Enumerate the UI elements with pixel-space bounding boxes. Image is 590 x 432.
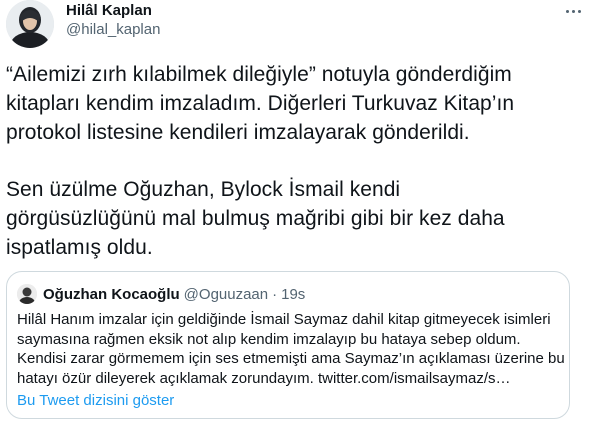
quoted-text-line: saymasına rağmen eksik not alıp kendim i… (17, 330, 521, 348)
quoted-author-handle: @Oguuzaan (183, 285, 269, 303)
separator-dot: · (272, 285, 278, 303)
tweet-paragraph: Sen üzülme Oğuzhan, Bylock İsmail kendi … (6, 178, 505, 259)
quoted-tweet-header: Oğuzhan Kocaoğlu @Oguuzaan · 19s (17, 284, 305, 304)
quoted-tweet[interactable]: Oğuzhan Kocaoğlu @Oguuzaan · 19s Hilâl H… (6, 271, 570, 419)
author-handle[interactable]: @hilal_kaplan (66, 20, 160, 40)
quoted-text-line: hatayı özür dileyerek açıklamak zorunday… (17, 369, 511, 387)
quoted-author-name: Oğuzhan Kocaoğlu (43, 285, 180, 303)
quoted-author-avatar (17, 284, 37, 304)
tweet: Hilâl Kaplan @hilal_kaplan “Ailemizi zır… (0, 0, 590, 432)
quoted-text-line: Kendisi zarar görmemem için ses etmemişt… (17, 350, 565, 367)
quoted-tweet-time: 19s (281, 285, 306, 303)
show-thread-link[interactable]: Bu Tweet dizisini göster (17, 392, 174, 409)
tweet-paragraph: “Ailemizi zırh kılabilmek dileğiyle” not… (6, 63, 515, 144)
tweet-text: “Ailemizi zırh kılabilmek dileğiyle” not… (6, 60, 586, 262)
more-icon[interactable] (560, 0, 586, 22)
author-block: Hilâl Kaplan @hilal_kaplan (66, 2, 160, 40)
quoted-tweet-text: Hilâl Hanım imzalar için geldiğinde İsma… (17, 310, 565, 388)
author-name[interactable]: Hilâl Kaplan (66, 2, 160, 20)
author-avatar[interactable] (6, 0, 54, 48)
quoted-text-line: Hilâl Hanım imzalar için geldiğinde İsma… (17, 311, 551, 328)
